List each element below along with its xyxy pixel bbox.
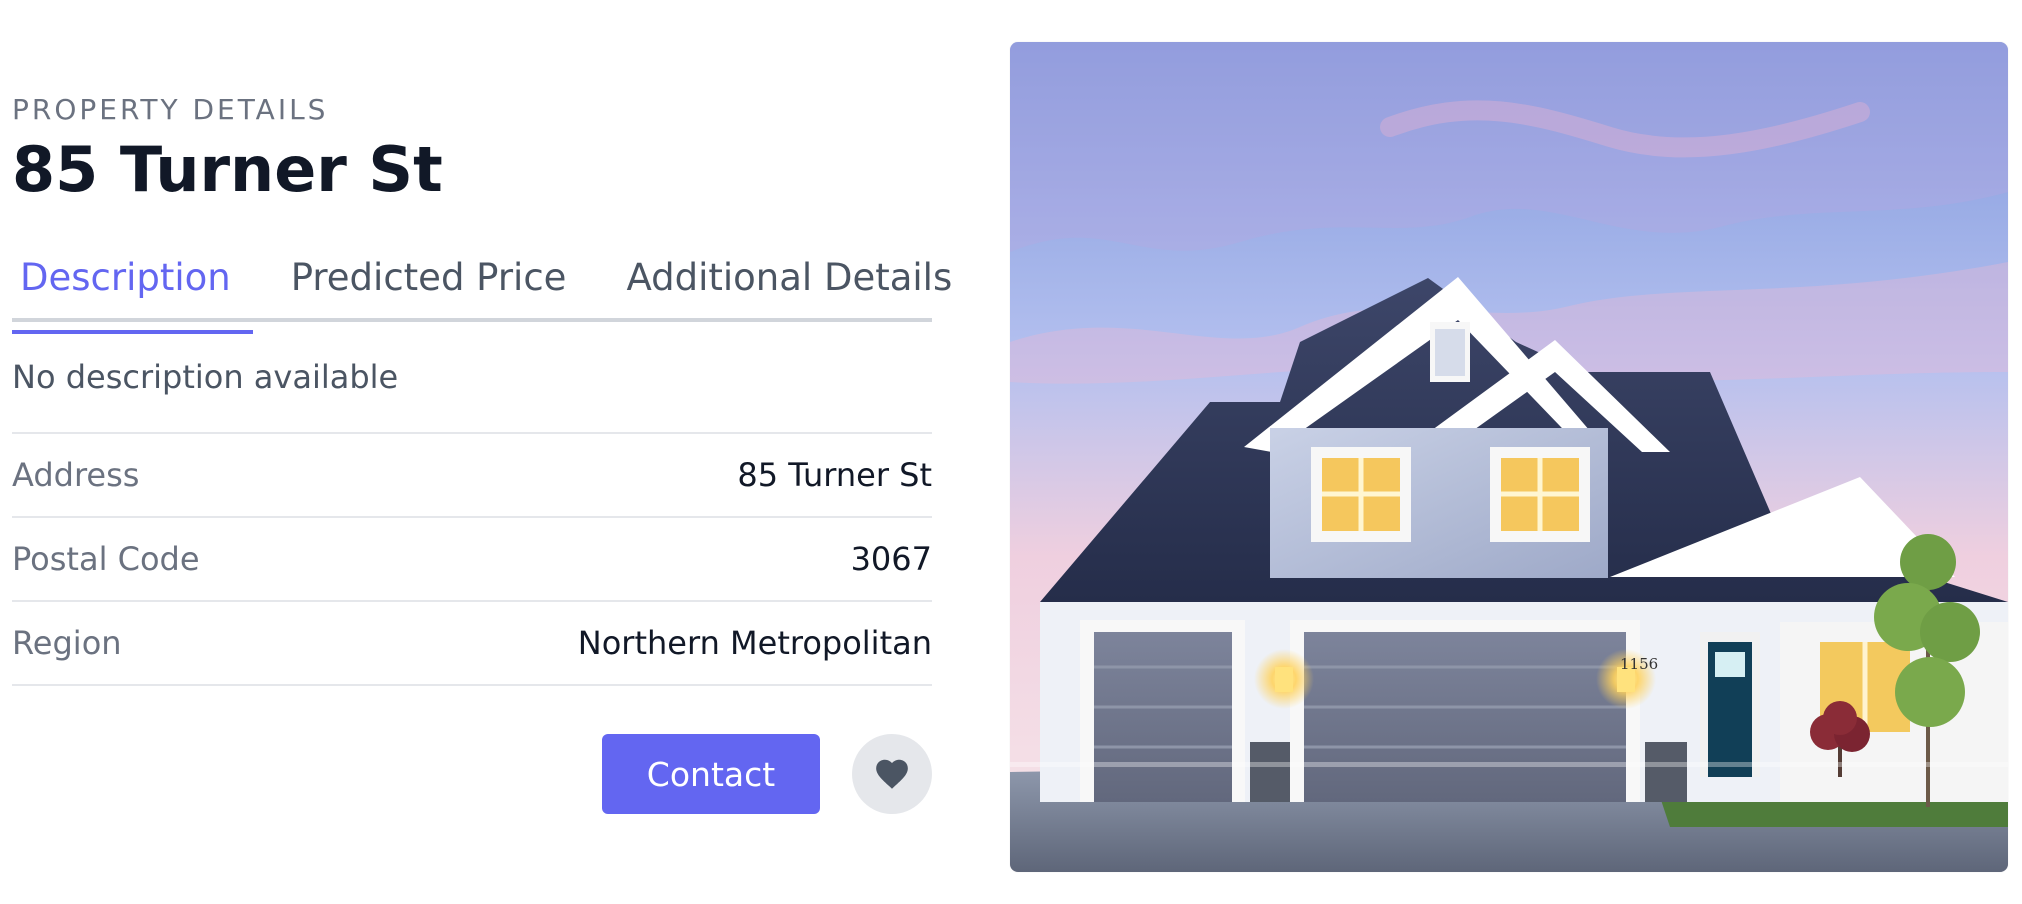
- heart-icon: [876, 759, 908, 789]
- left-garage-door: [1094, 632, 1232, 802]
- property-title: 85 Turner St: [12, 133, 443, 206]
- tab-predicted-price[interactable]: Predicted Price: [281, 254, 589, 316]
- address-label: Address: [12, 456, 140, 494]
- property-detail-page: PROPERTY DETAILS 85 Turner St Descriptio…: [0, 0, 2022, 904]
- region-value: Northern Metropolitan: [577, 624, 932, 662]
- description-text: No description available: [12, 358, 399, 396]
- tab-description[interactable]: Description: [12, 254, 253, 334]
- property-details-panel: PROPERTY DETAILS 85 Turner St Descriptio…: [12, 90, 952, 814]
- right-stone-column: [1645, 742, 1687, 802]
- left-lamp: [1275, 667, 1293, 692]
- house-number: 1156: [1620, 655, 1658, 673]
- left-stone-column: [1250, 742, 1290, 802]
- postal-code-value: 3067: [850, 540, 932, 578]
- postal-code-row: Postal Code 3067: [12, 518, 932, 602]
- attic-vent-slats: [1435, 329, 1465, 376]
- property-tabs: Description Predicted Price Additional D…: [12, 254, 952, 334]
- favorite-button[interactable]: [852, 734, 932, 814]
- address-row: Address 85 Turner St: [12, 434, 932, 518]
- driveway-edge-reflection: [1010, 762, 2008, 767]
- property-info-table: Address 85 Turner St Postal Code 3067 Re…: [12, 432, 932, 686]
- property-photo: 1156: [1010, 42, 2008, 872]
- tab-additional-details[interactable]: Additional Details: [616, 254, 974, 316]
- address-value: 85 Turner St: [737, 456, 932, 494]
- section-eyebrow: PROPERTY DETAILS: [12, 93, 329, 126]
- region-row: Region Northern Metropolitan: [12, 602, 932, 686]
- region-label: Region: [12, 624, 122, 662]
- contact-button[interactable]: Contact: [602, 734, 820, 814]
- house-photo-illustration: 1156: [1010, 42, 2008, 872]
- postal-code-label: Postal Code: [12, 540, 200, 578]
- double-garage-door: [1304, 632, 1626, 802]
- property-actions: Contact: [12, 734, 932, 814]
- front-door-window: [1715, 652, 1745, 677]
